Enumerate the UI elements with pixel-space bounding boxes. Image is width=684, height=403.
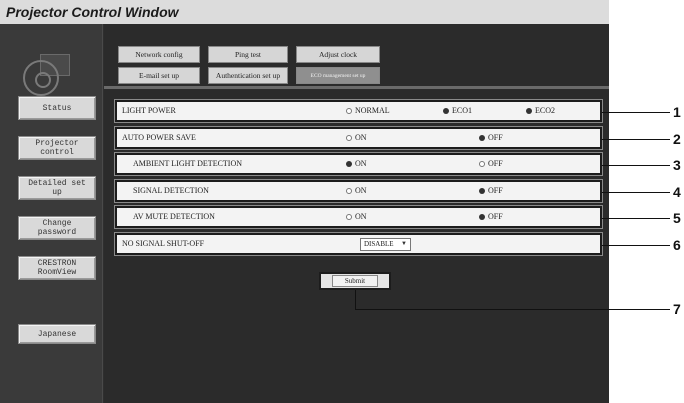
auto-power-save-off-option[interactable]: OFF	[479, 133, 503, 142]
radio-icon	[526, 107, 532, 114]
radio-icon	[346, 134, 352, 141]
radio-icon	[479, 134, 485, 141]
signal-detection-label: SIGNAL DETECTION	[133, 186, 209, 195]
av-mute-label: AV MUTE DETECTION	[133, 212, 215, 221]
tab-network-config[interactable]: Network config	[118, 46, 200, 63]
callout-number: 1	[673, 104, 681, 120]
no-signal-select[interactable]: DISABLE ▼	[360, 238, 411, 251]
tab-email-set-up[interactable]: E-mail set up	[118, 67, 200, 84]
sidebar-item-change-password[interactable]: Change password	[18, 216, 96, 240]
no-signal-value: DISABLE	[364, 240, 394, 248]
signal-detection-off-option[interactable]: OFF	[479, 186, 503, 195]
projector-control-window: Projector Control Window Status Projecto…	[0, 0, 609, 403]
callout-number: 4	[673, 184, 681, 200]
submit-label: Submit	[331, 275, 379, 287]
callout-line	[602, 245, 670, 246]
sidebar-item-japanese[interactable]: Japanese	[18, 324, 96, 344]
ambient-light-on-option[interactable]: ON	[346, 159, 367, 168]
sidebar-item-projector-control[interactable]: Projector control	[18, 136, 96, 160]
tab-authentication-set-up[interactable]: Authentication set up	[208, 67, 288, 84]
callout-number: 6	[673, 237, 681, 253]
radio-icon	[479, 160, 485, 167]
callout-line	[602, 139, 670, 140]
submit-button[interactable]: Submit	[319, 272, 391, 290]
row-auto-power-save: AUTO POWER SAVE ON OFF	[114, 126, 603, 150]
radio-icon	[443, 107, 449, 114]
radio-icon	[479, 187, 485, 194]
light-power-eco2-option[interactable]: ECO2	[526, 106, 555, 115]
row-no-signal-shut-off: NO SIGNAL SHUT-OFF DISABLE ▼	[114, 232, 603, 256]
callout-number: 7	[673, 301, 681, 317]
auto-power-save-label: AUTO POWER SAVE	[122, 133, 196, 142]
row-light-power: LIGHT POWER NORMAL ECO1 ECO2	[114, 99, 603, 123]
signal-detection-on-option[interactable]: ON	[346, 186, 367, 195]
tab-divider	[104, 86, 609, 89]
callout-line	[355, 309, 670, 310]
chevron-down-icon: ▼	[401, 241, 407, 247]
sidebar-item-status[interactable]: Status	[18, 96, 96, 120]
row-signal-detection: SIGNAL DETECTION ON OFF	[114, 179, 603, 203]
radio-icon	[479, 213, 485, 220]
ambient-light-off-option[interactable]: OFF	[479, 159, 503, 168]
tab-eco-management-set-up[interactable]: ECO management set up	[296, 67, 380, 84]
radio-icon	[346, 107, 352, 114]
callout-line	[602, 112, 670, 113]
radio-icon	[346, 160, 352, 167]
auto-power-save-on-option[interactable]: ON	[346, 133, 367, 142]
sidebar: Status Projector control Detailed set up…	[0, 24, 103, 403]
radio-icon	[346, 187, 352, 194]
tab-adjust-clock[interactable]: Adjust clock	[296, 46, 380, 63]
light-power-label: LIGHT POWER	[122, 106, 176, 115]
projector-logo-icon	[23, 60, 59, 96]
av-mute-off-option[interactable]: OFF	[479, 212, 503, 221]
callout-line	[355, 290, 356, 309]
callout-number: 2	[673, 131, 681, 147]
callout-line	[602, 192, 670, 193]
callout-line	[602, 165, 670, 166]
light-power-normal-option[interactable]: NORMAL	[346, 106, 390, 115]
ambient-light-label: AMBIENT LIGHT DETECTION	[133, 159, 243, 168]
callout-number: 3	[673, 157, 681, 173]
row-ambient-light-detection: AMBIENT LIGHT DETECTION ON OFF	[114, 152, 603, 176]
callout-line	[602, 218, 670, 219]
light-power-eco1-option[interactable]: ECO1	[443, 106, 472, 115]
row-av-mute-detection: AV MUTE DETECTION ON OFF	[114, 205, 603, 229]
main-panel: Network config Ping test Adjust clock E-…	[104, 24, 609, 403]
radio-icon	[346, 213, 352, 220]
tab-ping-test[interactable]: Ping test	[208, 46, 288, 63]
no-signal-label: NO SIGNAL SHUT-OFF	[122, 239, 205, 248]
window-title: Projector Control Window	[0, 0, 609, 24]
sidebar-item-crestron-roomview[interactable]: CRESTRON RoomView	[18, 256, 96, 280]
sidebar-item-detailed-set-up[interactable]: Detailed set up	[18, 176, 96, 200]
av-mute-on-option[interactable]: ON	[346, 212, 367, 221]
callout-number: 5	[673, 210, 681, 226]
